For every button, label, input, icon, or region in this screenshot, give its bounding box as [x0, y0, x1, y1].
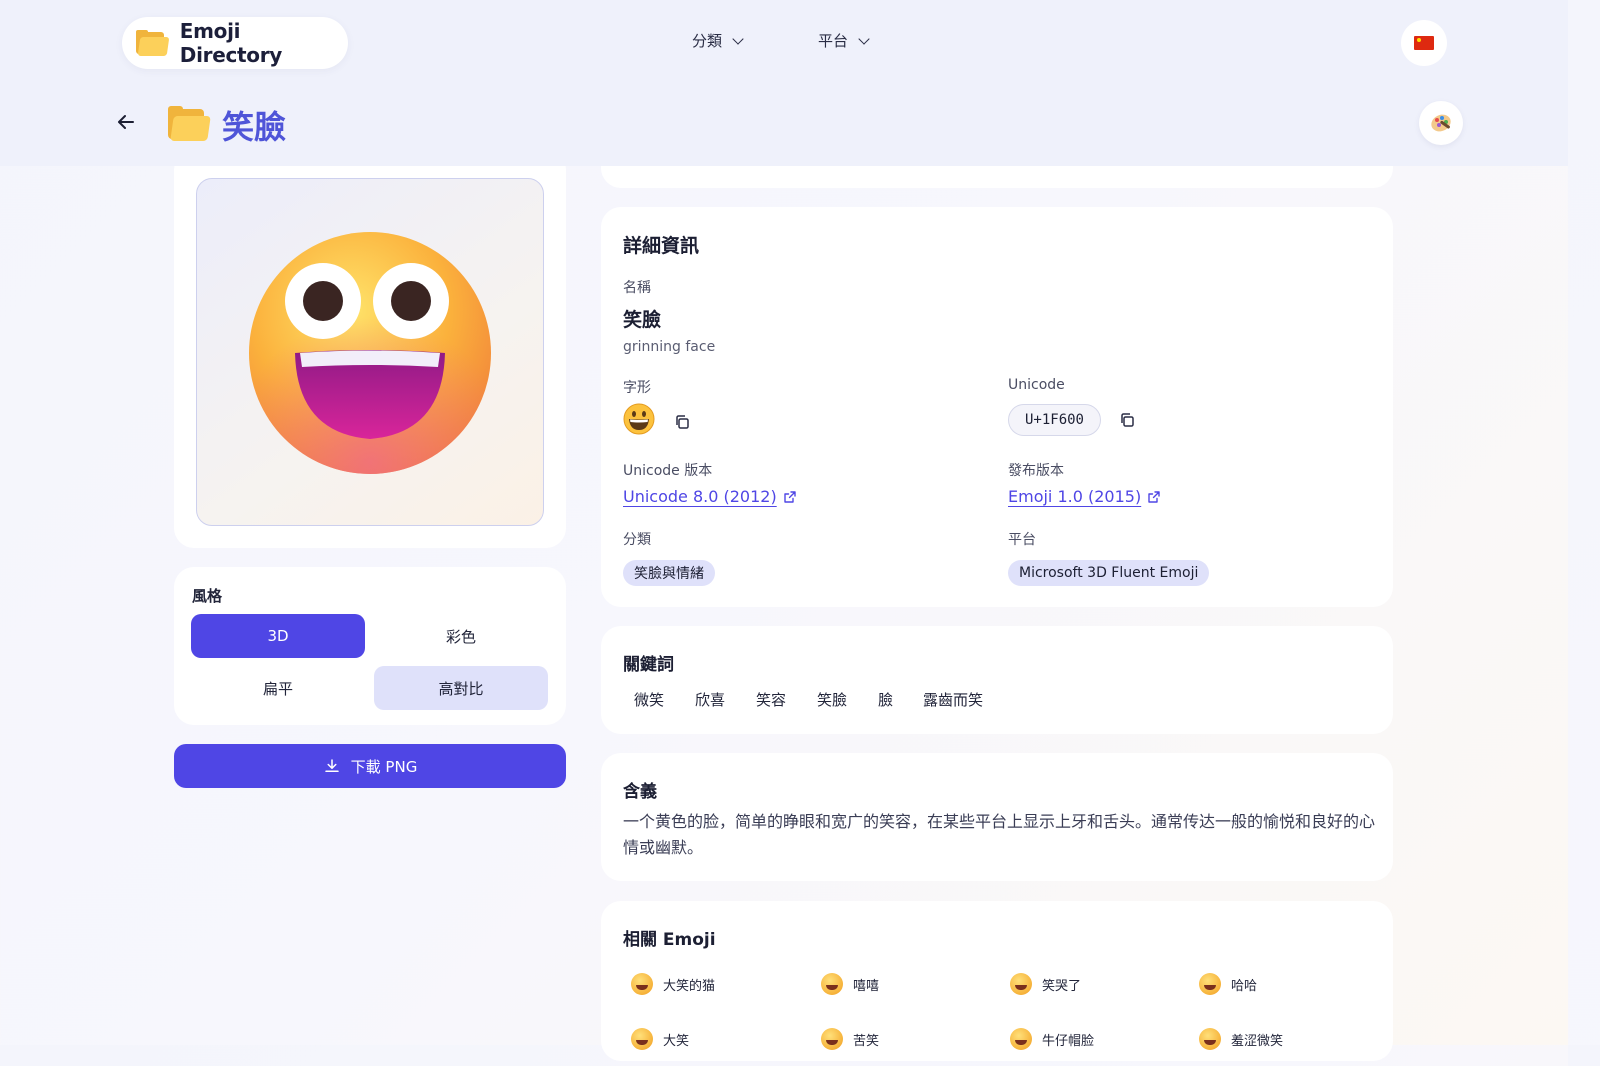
- keyword-tag[interactable]: 笑臉: [817, 689, 847, 710]
- unicode-version-label: Unicode 版本: [623, 463, 713, 479]
- platform-label: 平台: [1008, 532, 1036, 548]
- keyword-tag[interactable]: 露齒而笑: [923, 689, 983, 710]
- keyword-tag[interactable]: 微笑: [634, 689, 664, 710]
- language-button[interactable]: [1401, 20, 1447, 66]
- folder-icon: [168, 106, 211, 142]
- sweat-smile-icon: [821, 1028, 843, 1050]
- related-emoji-item[interactable]: 羞涩微笑: [1199, 1028, 1283, 1050]
- grinning-face-3d-icon: [249, 232, 491, 474]
- nav-platforms-label: 平台: [818, 32, 849, 50]
- platform-chip[interactable]: Microsoft 3D Fluent Emoji: [1008, 560, 1210, 586]
- preview-card: [174, 150, 566, 548]
- related-emoji-label: 笑哭了: [1042, 978, 1082, 994]
- tears-of-joy-icon: [1010, 973, 1032, 995]
- emoji-preview: [196, 178, 544, 526]
- grinning-face-icon: [623, 403, 655, 435]
- copy-glyph-icon[interactable]: [674, 414, 690, 430]
- related-emoji-item[interactable]: 苦笑: [821, 1028, 879, 1050]
- related-emoji-label: 苦笑: [853, 1033, 880, 1049]
- details-card: 詳細資訊 名稱 笑臉 grinning face 字形 Unicode U+1F…: [601, 207, 1393, 607]
- nav-platforms[interactable]: 平台: [818, 30, 870, 51]
- download-label: 下載 PNG: [350, 757, 418, 776]
- name-label: 名稱: [623, 280, 651, 296]
- chevron-down-icon: [858, 32, 870, 45]
- back-arrow-icon[interactable]: [114, 110, 138, 134]
- logo-link[interactable]: Emoji Directory: [122, 17, 348, 69]
- style-card: 風格 3D 彩色 扁平 高對比: [174, 567, 566, 725]
- blush-smile-icon: [1199, 1028, 1221, 1050]
- chevron-down-icon: [732, 32, 744, 45]
- nav-categories-label: 分類: [692, 32, 723, 50]
- copy-unicode-icon[interactable]: [1119, 412, 1135, 428]
- keywords-title: 關鍵詞: [623, 655, 674, 675]
- logo-text: Emoji Directory: [179, 19, 283, 67]
- style-color-button[interactable]: 彩色: [374, 614, 548, 658]
- related-emoji-label: 嘻嘻: [853, 978, 880, 994]
- external-link-icon: [784, 490, 796, 503]
- glyph-label: 字形: [623, 380, 651, 396]
- keyword-tag[interactable]: 欣喜: [695, 689, 725, 710]
- cat-grin-icon: [631, 973, 653, 995]
- related-emoji-label: 大笑: [663, 1033, 690, 1049]
- palette-icon: [1431, 114, 1451, 132]
- related-card: 相關 Emoji 大笑的猫 嘻嘻 笑哭了 哈哈 大笑 苦笑 牛仔帽脸 羞涩微笑: [601, 901, 1393, 1061]
- unicode-version-text: Unicode 8.0 (2012): [623, 487, 777, 506]
- unicode-version-link[interactable]: Unicode 8.0 (2012): [623, 487, 797, 506]
- emoji-name: 笑臉: [623, 309, 662, 331]
- top-bar: Emoji Directory 分類 平台 笑臉: [0, 0, 1568, 166]
- unicode-code: U+1F600: [1008, 404, 1101, 436]
- category-label: 分類: [623, 532, 651, 548]
- keyword-tag[interactable]: 臉: [878, 689, 893, 710]
- beaming-face-icon: [821, 973, 843, 995]
- emoji-name-en: grinning face: [623, 339, 716, 355]
- nav-categories[interactable]: 分類: [692, 30, 744, 51]
- related-title: 相關 Emoji: [623, 930, 716, 950]
- style-label: 風格: [192, 587, 223, 605]
- cowboy-face-icon: [1010, 1028, 1032, 1050]
- external-link-icon: [1148, 490, 1160, 503]
- details-title: 詳細資訊: [623, 235, 700, 257]
- release-version-link[interactable]: Emoji 1.0 (2015): [1008, 487, 1161, 506]
- smiling-eyes-grin-icon: [631, 1028, 653, 1050]
- download-png-button[interactable]: 下載 PNG: [174, 744, 566, 788]
- related-emoji-item[interactable]: 笑哭了: [1010, 973, 1081, 995]
- related-emoji-item[interactable]: 哈哈: [1199, 973, 1257, 995]
- category-chip[interactable]: 笑臉與情緒: [623, 560, 715, 586]
- keyword-tag[interactable]: 笑容: [756, 689, 786, 710]
- folder-icon: [136, 30, 170, 56]
- related-emoji-item[interactable]: 牛仔帽脸: [1010, 1028, 1094, 1050]
- big-eyes-grin-icon: [1199, 973, 1221, 995]
- meaning-title: 含義: [623, 782, 657, 802]
- related-emoji-label: 牛仔帽脸: [1042, 1033, 1095, 1049]
- keywords-card: 關鍵詞 微笑 欣喜 笑容 笑臉 臉 露齒而笑: [601, 626, 1393, 734]
- related-emoji-label: 羞涩微笑: [1231, 1033, 1284, 1049]
- download-icon: [324, 759, 339, 772]
- theme-button[interactable]: [1419, 101, 1463, 145]
- related-emoji-item[interactable]: 嘻嘻: [821, 973, 879, 995]
- related-emoji-item[interactable]: 大笑的猫: [631, 973, 715, 995]
- style-high-contrast-button[interactable]: 高對比: [374, 666, 548, 710]
- unicode-label: Unicode: [1008, 377, 1065, 393]
- related-emoji-item[interactable]: 大笑: [631, 1028, 689, 1050]
- meaning-card: 含義 一个黄色的脸，简单的睁眼和宽广的笑容，在某些平台上显示上牙和舌头。通常传达…: [601, 753, 1393, 881]
- style-3d-button[interactable]: 3D: [191, 614, 365, 658]
- meaning-text: 一个黄色的脸，简单的睁眼和宽广的笑容，在某些平台上显示上牙和舌头。通常传达一般的…: [623, 812, 1376, 857]
- page-title: 笑臉: [222, 108, 287, 146]
- release-version-text: Emoji 1.0 (2015): [1008, 487, 1142, 506]
- related-emoji-label: 哈哈: [1231, 978, 1258, 994]
- china-flag-icon: [1414, 36, 1434, 50]
- release-label: 發布版本: [1008, 463, 1064, 479]
- related-emoji-label: 大笑的猫: [663, 978, 716, 994]
- style-flat-button[interactable]: 扁平: [191, 666, 365, 710]
